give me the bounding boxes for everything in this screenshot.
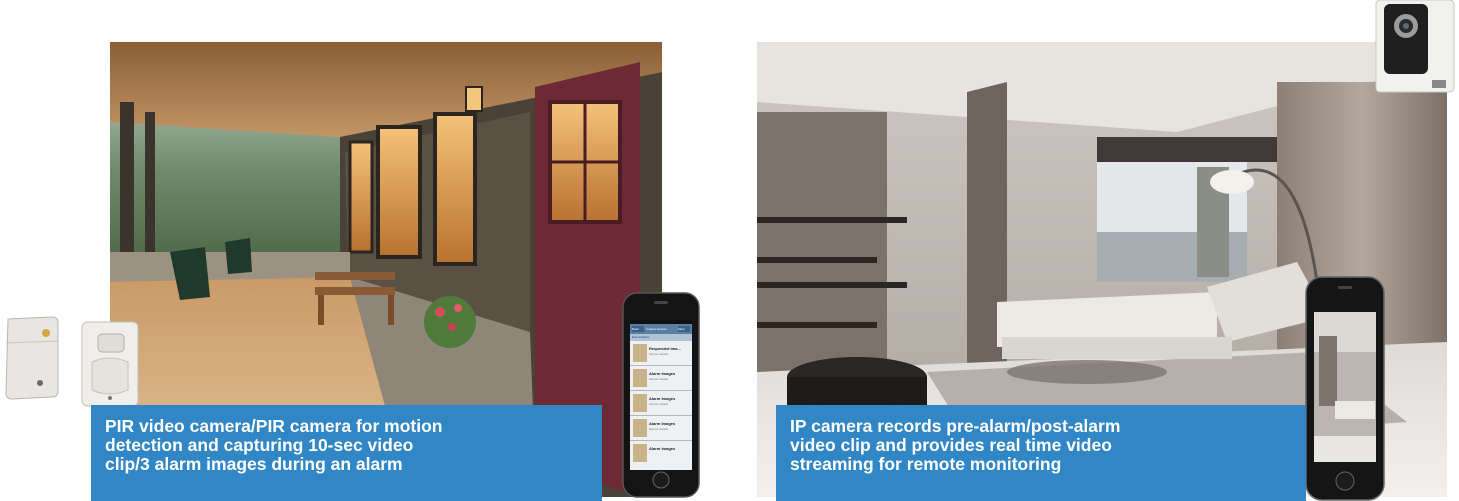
caption-line: detection and capturing 10-sec video [105, 435, 414, 455]
ip-camera [1370, 0, 1458, 96]
pir-camera-caption: PIR video camera/PIR camera for motion d… [91, 405, 602, 501]
phone-list-item[interactable]: Alarm Images Sensor details [649, 396, 689, 412]
caption-line: streaming for remote monitoring [790, 454, 1062, 474]
smartphone-right [1305, 276, 1385, 501]
wooden-bench [315, 272, 395, 280]
flower-pot [424, 296, 476, 348]
caption-line: PIR video camera/PIR camera for motion [105, 416, 443, 436]
caption-line: video clip and provides real time video [790, 435, 1112, 455]
phone-list-item[interactable]: Alarm Images Sensor details [649, 421, 689, 437]
phone-list-item-subtitle: Sensor details [649, 377, 669, 381]
smartphone-left: Capture Events Back More Event History R… [622, 292, 700, 498]
phone-list-item-subtitle: Sensor details [649, 352, 669, 356]
ip-camera-caption: IP camera records pre-alarm/post-alarm v… [776, 405, 1306, 501]
caption-line: clip/3 alarm images during an alarm [105, 454, 403, 474]
phone-app-title: Capture Events [646, 327, 667, 331]
coffee-table [1007, 360, 1167, 384]
phone-subheader: Event History [632, 335, 650, 339]
caption-line: IP camera records pre-alarm/post-alarm [790, 416, 1121, 436]
arc-lamp [1210, 170, 1254, 194]
phone-list-item-subtitle: Sensor details [649, 427, 669, 431]
phone-more-button[interactable]: More [678, 326, 690, 332]
phone-list-item-title: Alarm Images [649, 446, 676, 451]
pir-video-camera [80, 318, 140, 410]
phone-list-item[interactable]: Alarm Images [649, 446, 689, 462]
phone-list-item-subtitle: Sensor details [649, 402, 669, 406]
phone-back-button[interactable]: Back [632, 326, 644, 332]
phone-list-item[interactable]: Alarm Images Sensor details [649, 371, 689, 387]
pir-motion-sensor [2, 313, 64, 403]
phone-list-item[interactable]: Requested Ima... Sensor details [649, 346, 689, 362]
wall-shelf [757, 217, 907, 223]
